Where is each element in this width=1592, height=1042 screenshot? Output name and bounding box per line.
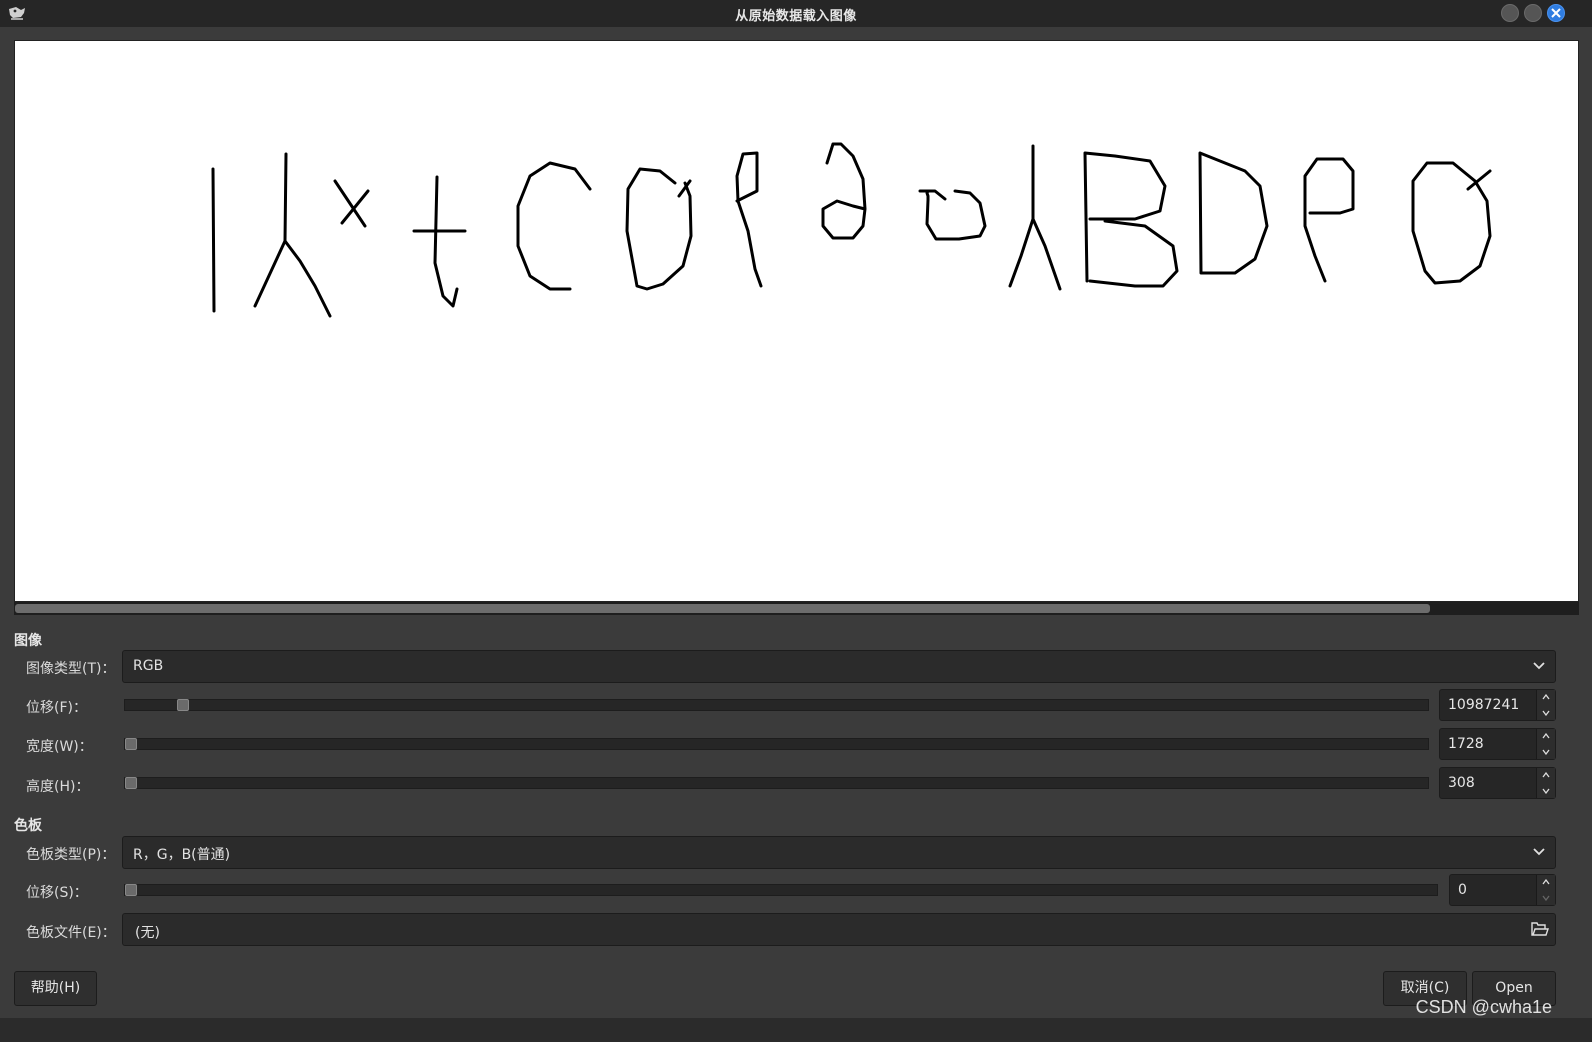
palette-offset-value: 0 bbox=[1458, 882, 1467, 898]
height-label: 高度(H)： bbox=[26, 779, 90, 795]
spin-down-icon[interactable] bbox=[1542, 710, 1550, 716]
spin-down-icon[interactable] bbox=[1542, 895, 1550, 901]
chevron-down-icon bbox=[1533, 662, 1545, 670]
offset-label: 位移(F)： bbox=[26, 700, 87, 716]
spin-up-icon[interactable] bbox=[1542, 733, 1550, 739]
close-button[interactable] bbox=[1547, 4, 1565, 22]
close-icon bbox=[1551, 8, 1561, 18]
spin-up-icon[interactable] bbox=[1542, 879, 1550, 885]
offset-slider[interactable] bbox=[124, 699, 1429, 711]
offset-slider-handle[interactable] bbox=[177, 699, 189, 711]
spin-down-icon[interactable] bbox=[1542, 788, 1550, 794]
chevron-down-icon bbox=[1533, 848, 1545, 856]
title-bar[interactable]: 从原始数据载入图像 bbox=[0, 0, 1592, 27]
width-value: 1728 bbox=[1448, 736, 1484, 752]
palette-type-value: R，G，B(普通) bbox=[133, 847, 231, 863]
height-slider[interactable] bbox=[124, 777, 1429, 789]
palette-type-label: 色板类型(P)： bbox=[26, 847, 116, 863]
maximize-button[interactable] bbox=[1524, 4, 1542, 22]
offset-value: 10987241 bbox=[1448, 697, 1520, 713]
palette-file-label: 色板文件(E)： bbox=[26, 925, 116, 941]
image-preview bbox=[14, 40, 1579, 602]
image-type-select[interactable]: RGB bbox=[122, 650, 1556, 683]
window-bottom-edge bbox=[0, 1018, 1592, 1042]
image-type-label: 图像类型(T)： bbox=[26, 661, 116, 677]
palette-offset-spinbox[interactable]: 0 bbox=[1449, 874, 1556, 906]
minimize-button[interactable] bbox=[1501, 4, 1519, 22]
palette-section-title: 色板 bbox=[14, 818, 42, 834]
height-slider-handle[interactable] bbox=[125, 777, 137, 789]
palette-offset-spin-arrows[interactable] bbox=[1536, 875, 1555, 905]
width-spin-arrows[interactable] bbox=[1536, 729, 1555, 759]
raw-data-import-dialog: 从原始数据载入图像 图像 图像类型(T)： RGB 位移(F)： 1098724… bbox=[0, 0, 1592, 1042]
palette-file-chooser[interactable]: (无) bbox=[122, 913, 1556, 946]
csdn-watermark: CSDN @cwha1e bbox=[1415, 997, 1552, 1017]
image-section-title: 图像 bbox=[14, 633, 42, 649]
preview-horizontal-scrollbar[interactable] bbox=[14, 602, 1579, 615]
spin-up-icon[interactable] bbox=[1542, 694, 1550, 700]
scrollbar-thumb[interactable] bbox=[15, 604, 1430, 613]
image-type-value: RGB bbox=[133, 658, 164, 674]
spin-up-icon[interactable] bbox=[1542, 772, 1550, 778]
palette-offset-slider-handle[interactable] bbox=[125, 884, 137, 896]
height-spinbox[interactable]: 308 bbox=[1439, 767, 1556, 799]
width-label: 宽度(W)： bbox=[26, 739, 93, 755]
spin-down-icon[interactable] bbox=[1542, 749, 1550, 755]
width-slider-handle[interactable] bbox=[125, 738, 137, 750]
palette-offset-slider[interactable] bbox=[124, 884, 1438, 896]
height-spin-arrows[interactable] bbox=[1536, 768, 1555, 798]
open-file-icon[interactable] bbox=[1531, 921, 1549, 937]
help-button[interactable]: 帮助(H) bbox=[14, 971, 97, 1006]
offset-spin-arrows[interactable] bbox=[1536, 690, 1555, 720]
window-title: 从原始数据载入图像 bbox=[735, 9, 857, 24]
offset-spinbox[interactable]: 10987241 bbox=[1439, 689, 1556, 721]
width-slider[interactable] bbox=[124, 738, 1429, 750]
palette-file-value: (无) bbox=[135, 925, 160, 941]
palette-offset-label: 位移(S)： bbox=[26, 885, 88, 901]
width-spinbox[interactable]: 1728 bbox=[1439, 728, 1556, 760]
height-value: 308 bbox=[1448, 775, 1475, 791]
handwriting-preview-image bbox=[211, 142, 1492, 318]
palette-type-select[interactable]: R，G，B(普通) bbox=[122, 836, 1556, 869]
